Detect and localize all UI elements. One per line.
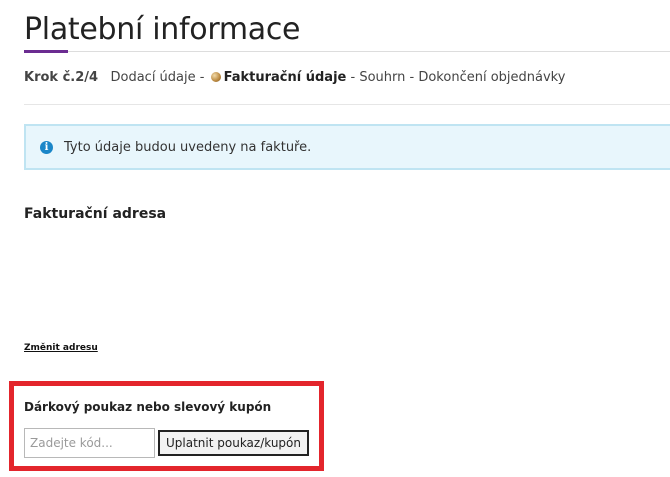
steps-divider bbox=[24, 104, 670, 105]
step-separator: - bbox=[405, 70, 419, 85]
coupon-heading: Dárkový poukaz nebo slevový kupón bbox=[24, 400, 272, 414]
apply-coupon-button[interactable]: Uplatnit poukaz/kupón bbox=[158, 430, 309, 456]
info-text: Tyto údaje budou uvedeny na faktuře. bbox=[64, 139, 312, 155]
step-separator: - bbox=[195, 70, 209, 85]
coupon-code-input[interactable] bbox=[24, 428, 155, 458]
step-separator: - bbox=[346, 70, 360, 85]
step-summary: Souhrn bbox=[359, 70, 406, 85]
change-address-link[interactable]: Změnit adresu bbox=[24, 343, 98, 353]
current-step-bullet-icon bbox=[210, 72, 221, 82]
step-counter: Krok č.2/4 bbox=[24, 70, 99, 85]
billing-address-heading: Fakturační adresa bbox=[24, 206, 167, 222]
step-billing-current: Fakturační údaje bbox=[223, 70, 347, 85]
coupon-section: Dárkový poukaz nebo slevový kupón Uplatn… bbox=[9, 381, 324, 471]
step-delivery: Dodací údaje bbox=[110, 70, 196, 85]
info-icon: i bbox=[40, 140, 53, 154]
title-divider bbox=[68, 51, 670, 52]
info-notice: i Tyto údaje budou uvedeny na faktuře. bbox=[24, 124, 670, 170]
step-completion: Dokončení objednávky bbox=[418, 70, 566, 85]
page-title: Platební informace bbox=[24, 12, 301, 47]
checkout-steps: Krok č.2/4 Dodací údaje - Fakturační úda… bbox=[24, 70, 565, 85]
title-accent-underline bbox=[24, 50, 68, 53]
